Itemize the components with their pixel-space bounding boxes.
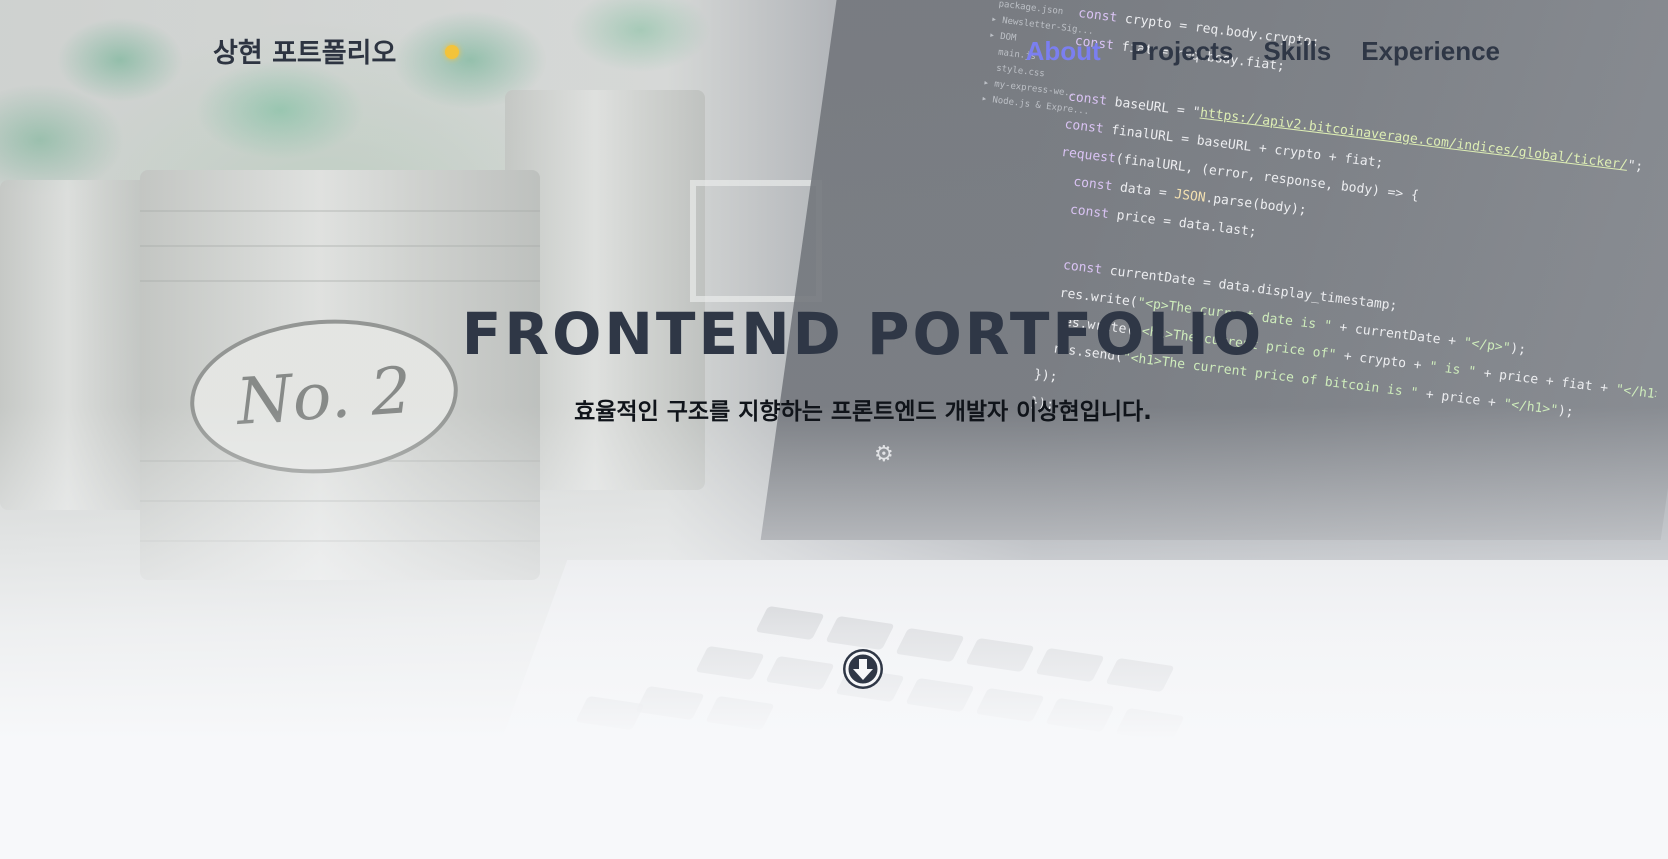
gear-icon: ⚙: [874, 442, 894, 467]
main-nav: About Projects Skills Experience: [1026, 36, 1500, 67]
hero-background: No. 2 package.json ▸ Newsletter-Sig... ▸…: [0, 0, 1668, 740]
nav-experience[interactable]: Experience: [1361, 36, 1500, 67]
nav-skills[interactable]: Skills: [1263, 36, 1331, 67]
sun-icon[interactable]: [445, 45, 459, 59]
hero-subtitle: 효율적인 구조를 지향하는 프론트엔드 개발자 이상현입니다.: [574, 399, 1152, 425]
arrow-down-circle-icon: [845, 651, 881, 687]
hero-title: FRONTEND PORTFOLIO: [461, 300, 1265, 368]
hero-fade-overlay: [0, 0, 1668, 740]
nav-projects[interactable]: Projects: [1131, 36, 1234, 67]
nav-about[interactable]: About: [1026, 36, 1101, 67]
site-header: 상현 포트폴리오 About Projects Skills Experienc…: [0, 0, 1668, 100]
scroll-down-button[interactable]: [843, 649, 883, 689]
site-logo[interactable]: 상현 포트폴리오: [213, 31, 396, 70]
